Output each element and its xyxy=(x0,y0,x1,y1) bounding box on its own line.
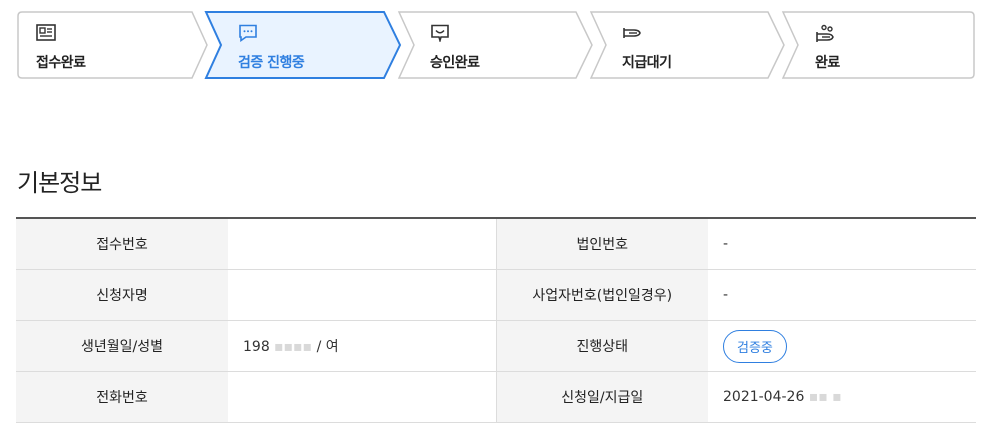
step-label: 검증 진행중 xyxy=(238,55,305,71)
gender-value: / 여 xyxy=(316,339,339,355)
step-label: 완료 xyxy=(815,55,840,71)
phone-label: 전화번호 xyxy=(16,371,228,423)
step-approved[interactable]: 승인완료 xyxy=(430,14,580,76)
date-value: 2021-04-26 ▪▪ ▪ xyxy=(708,371,976,423)
date-masked: ▪▪ ▪ xyxy=(804,389,842,405)
receipt-no-label: 접수번호 xyxy=(16,218,228,270)
corp-no-value: - xyxy=(708,218,976,270)
table-row: 신청자명 사업자번호(법인일경우) - xyxy=(16,269,976,321)
birth-date-value: 198 xyxy=(243,339,270,355)
applicant-label: 신청자명 xyxy=(16,269,228,321)
birth-date-masked: ▪▪▪▪ xyxy=(269,339,317,355)
chat-dots-icon xyxy=(238,24,260,42)
step-received[interactable]: 접수완료 xyxy=(36,14,196,76)
approve-icon xyxy=(430,24,452,42)
status-badge: 검증중 xyxy=(723,329,787,363)
application-date: 2021-04-26 xyxy=(723,389,805,405)
basic-info-table: 접수번호 법인번호 - 신청자명 사업자번호(법인일경우) - 생년월일/성별 … xyxy=(16,217,976,423)
section-title: 기본정보 xyxy=(17,169,102,197)
biz-no-value: - xyxy=(708,269,976,321)
birth-gender-label: 생년월일/성별 xyxy=(16,320,228,372)
hand-pay-icon xyxy=(622,24,644,42)
corp-no-label: 법인번호 xyxy=(496,218,708,270)
step-label: 접수완료 xyxy=(36,55,86,71)
biz-no-label: 사업자번호(법인일경우) xyxy=(496,269,708,321)
status-cell: 검증중 xyxy=(708,320,976,372)
birth-gender-value: 198 ▪▪▪▪ / 여 xyxy=(228,320,497,372)
table-row: 전화번호 신청일/지급일 2021-04-26 ▪▪ ▪ xyxy=(16,371,976,423)
applicant-value xyxy=(228,269,497,321)
step-verifying[interactable]: 검증 진행중 xyxy=(238,14,388,76)
status-label: 진행상태 xyxy=(496,320,708,372)
step-label: 지급대기 xyxy=(622,55,672,71)
hand-coins-icon xyxy=(815,24,837,42)
date-label: 신청일/지급일 xyxy=(496,371,708,423)
receipt-no-value xyxy=(228,218,497,270)
phone-value xyxy=(228,371,497,423)
step-awaiting-payment[interactable]: 지급대기 xyxy=(622,14,772,76)
id-card-icon xyxy=(36,24,58,42)
step-label: 승인완료 xyxy=(430,55,480,71)
step-complete[interactable]: 완료 xyxy=(815,14,965,76)
progress-steps: 접수완료 검증 진행중 승인완료 지급대기 완료 xyxy=(0,0,983,90)
table-row: 생년월일/성별 198 ▪▪▪▪ / 여 진행상태 검증중 xyxy=(16,320,976,372)
table-row: 접수번호 법인번호 - xyxy=(16,218,976,270)
